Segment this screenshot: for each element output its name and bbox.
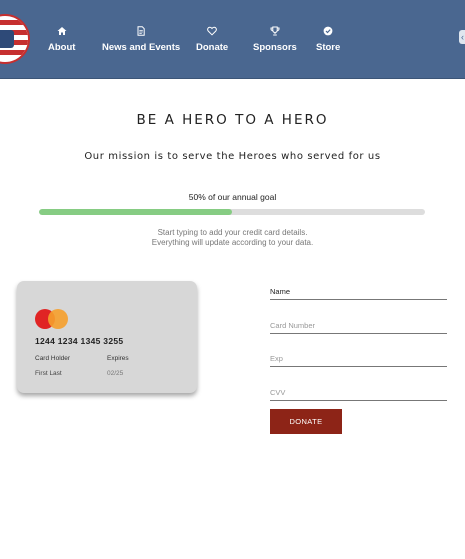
card-holder-value: First Last: [35, 370, 62, 377]
home-icon: [48, 26, 75, 39]
credit-card-preview: 1244 1234 1345 3255 Card Holder Expires …: [17, 281, 197, 393]
instructions-line: Start typing to add your credit card det…: [157, 228, 308, 237]
nav-item-about[interactable]: About: [48, 26, 75, 53]
nav-item-store[interactable]: Store: [316, 26, 340, 53]
nav-item-label: Store: [316, 42, 341, 53]
nav-item-label: News and Events: [102, 42, 181, 53]
card-expires-label: Expires: [107, 355, 129, 362]
organization-logo[interactable]: [0, 14, 30, 64]
cvv-field[interactable]: [270, 382, 447, 401]
card-expires-value: 02/25: [107, 370, 124, 377]
header-bar: About News and Events Donate Sponsors St…: [0, 0, 465, 79]
nav-item-label: About: [48, 42, 76, 53]
chevron-left-icon[interactable]: ‹: [459, 30, 465, 44]
nav-item-sponsors[interactable]: Sponsors: [253, 26, 297, 53]
nav-item-label: Sponsors: [253, 42, 297, 53]
donate-button[interactable]: DONATE: [270, 409, 342, 434]
mission-statement: Our mission is to serve the Heroes who s…: [84, 151, 381, 162]
page-title: BE A HERO TO A HERO: [136, 112, 329, 128]
card-number-input[interactable]: [270, 321, 447, 333]
card-number-field[interactable]: [270, 315, 447, 334]
name-input[interactable]: [270, 287, 447, 299]
nav-item-news-and-events[interactable]: News and Events: [102, 26, 180, 53]
goal-progress-fill: [39, 209, 232, 215]
instructions-text: Start typing to add your credit card det…: [0, 228, 465, 248]
nav-item-label: Donate: [196, 42, 229, 53]
goal-progress-bar: [39, 209, 425, 215]
goal-label: 50% of our annual goal: [188, 192, 277, 202]
trophy-icon: [253, 26, 297, 39]
document-icon: [102, 26, 180, 39]
card-holder-label: Card Holder: [35, 355, 71, 362]
cvv-input[interactable]: [270, 388, 447, 400]
heart-icon: [196, 26, 228, 39]
nav-item-donate[interactable]: Donate: [196, 26, 228, 53]
name-field[interactable]: [270, 281, 447, 300]
mastercard-icon: [35, 309, 69, 329]
store-badge-icon: [316, 26, 340, 39]
instructions-line: Everything will update according to your…: [151, 238, 314, 247]
exp-field[interactable]: [270, 348, 447, 367]
card-number-display: 1244 1234 1345 3255: [35, 336, 124, 346]
exp-input[interactable]: [270, 354, 447, 366]
